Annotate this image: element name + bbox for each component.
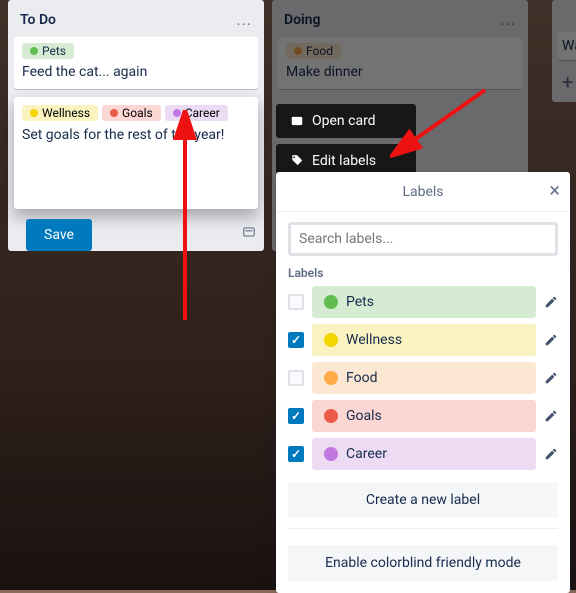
checkbox-food[interactable] xyxy=(288,370,304,386)
label-name: Pets xyxy=(346,294,374,310)
label-dot-icon xyxy=(324,409,338,423)
label-name: Goals xyxy=(346,408,382,424)
label-dot-icon xyxy=(30,47,38,55)
close-icon[interactable]: × xyxy=(549,180,560,200)
label-name: Food xyxy=(346,370,377,386)
label-career[interactable]: Career xyxy=(165,105,228,121)
label-name: Wellness xyxy=(346,332,402,348)
create-label-button[interactable]: Create a new label xyxy=(288,482,558,518)
label-chip-pets[interactable]: Pets xyxy=(312,286,536,318)
edit-card-labels: Wellness Goals Career xyxy=(22,105,250,121)
open-card-button[interactable]: Open card xyxy=(276,104,416,138)
divider xyxy=(288,528,558,529)
label-dot-icon xyxy=(324,333,338,347)
label-dot-icon xyxy=(30,109,38,117)
checkbox-wellness[interactable] xyxy=(288,332,304,348)
add-card-hint[interactable]: Add a card Save xyxy=(16,217,242,245)
label-chip-career[interactable]: Career xyxy=(312,438,536,470)
label-chip-food[interactable]: Food xyxy=(312,362,536,394)
label-pets[interactable]: Pets xyxy=(22,43,74,59)
label-chip-wellness[interactable]: Wellness xyxy=(312,324,536,356)
label-goals[interactable]: Goals xyxy=(102,105,161,121)
search-input[interactable] xyxy=(288,222,558,256)
quick-edit-card[interactable]: Wellness Goals Career Set goals for the … xyxy=(14,97,258,209)
label-name: Career xyxy=(346,446,387,462)
label-text: Goals xyxy=(122,106,153,120)
label-list: Pets Wellness Food Goals Career xyxy=(288,286,558,470)
label-dot-icon xyxy=(324,447,338,461)
pencil-icon[interactable] xyxy=(544,371,558,385)
labels-popover: Labels × Labels Pets Wellness Food Goals Car… xyxy=(276,172,570,593)
card-title: Feed the cat... again xyxy=(22,63,250,81)
label-text: Pets xyxy=(42,44,66,58)
edit-card-text[interactable]: Set goals for the rest of the year! xyxy=(22,127,250,143)
tag-icon xyxy=(290,154,304,168)
label-dot-icon xyxy=(110,109,118,117)
checkbox-pets[interactable] xyxy=(288,294,304,310)
pencil-icon[interactable] xyxy=(544,409,558,423)
card-feed-cat[interactable]: Pets Feed the cat... again xyxy=(14,37,258,89)
card-template-icon[interactable] xyxy=(242,224,256,238)
label-wellness[interactable]: Wellness xyxy=(22,105,98,121)
label-row-wellness: Wellness xyxy=(288,324,558,356)
label-text: Wellness xyxy=(42,106,90,120)
label-row-career: Career xyxy=(288,438,558,470)
label-row-food: Food xyxy=(288,362,558,394)
checkbox-career[interactable] xyxy=(288,446,304,462)
save-button[interactable]: Save xyxy=(26,219,92,251)
popover-title: Labels xyxy=(402,184,443,200)
card-icon xyxy=(290,114,304,128)
label-chip-goals[interactable]: Goals xyxy=(312,400,536,432)
pencil-icon[interactable] xyxy=(544,333,558,347)
menu-label: Open card xyxy=(312,113,376,129)
label-dot-icon xyxy=(324,371,338,385)
list-title-todo[interactable]: To Do xyxy=(20,12,56,28)
colorblind-mode-button[interactable]: Enable colorblind friendly mode xyxy=(288,545,558,581)
label-row-pets: Pets xyxy=(288,286,558,318)
label-row-goals: Goals xyxy=(288,400,558,432)
list-menu-icon[interactable]: ... xyxy=(236,10,252,29)
label-dot-icon xyxy=(173,109,181,117)
list-todo: To Do ... Pets Feed the cat... again Wel… xyxy=(8,0,264,251)
pencil-icon[interactable] xyxy=(544,447,558,461)
menu-label: Edit labels xyxy=(312,153,376,169)
label-dot-icon xyxy=(324,295,338,309)
label-text: Career xyxy=(185,106,220,120)
checkbox-goals[interactable] xyxy=(288,408,304,424)
pencil-icon[interactable] xyxy=(544,295,558,309)
section-heading: Labels xyxy=(288,266,558,280)
